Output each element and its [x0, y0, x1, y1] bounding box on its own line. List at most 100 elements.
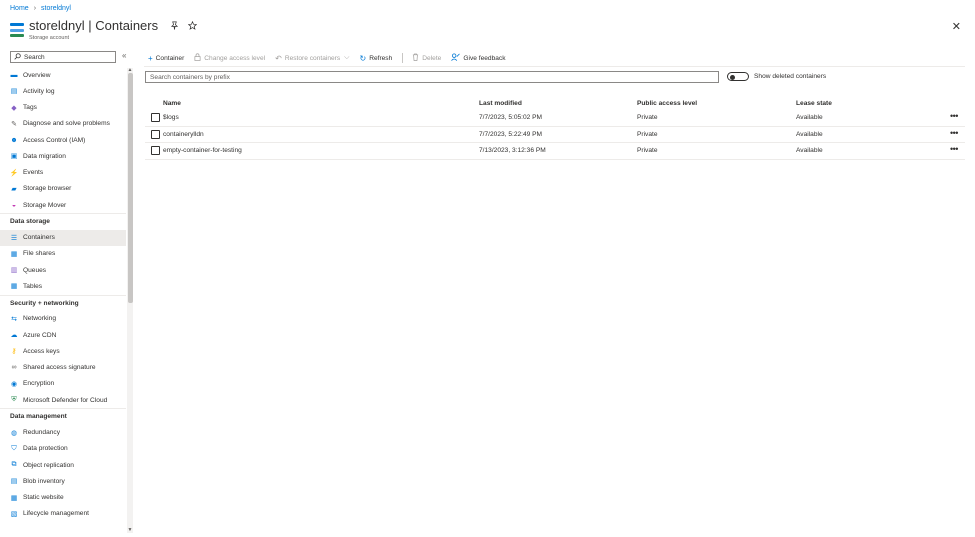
sidebar-item-networking[interactable]: ⇆ Networking — [0, 311, 126, 327]
lifecycle-icon: ▧ — [10, 510, 18, 518]
sidebar-item-shared-access-signature[interactable]: ∞ Shared access signature — [0, 360, 126, 376]
sidebar-item-object-replication[interactable]: ⧉ Object replication — [0, 457, 126, 473]
restore-containers-button[interactable]: ↶ Restore containers ⌵ — [275, 54, 349, 63]
sidebar-item-events[interactable]: ⚡ Events — [0, 165, 126, 181]
scroll-down-arrow[interactable]: ▼ — [127, 528, 133, 533]
lease-state-cell: Available — [796, 147, 823, 155]
sidebar-item-tags[interactable]: ◆ Tags — [0, 100, 126, 116]
sidebar-item-encryption[interactable]: ◉ Encryption — [0, 376, 126, 392]
sidebar-item-label: Encryption — [23, 380, 55, 388]
sidebar-item-azure-cdn[interactable]: ☁ Azure CDN — [0, 327, 126, 343]
show-deleted-label: Show deleted containers — [754, 73, 827, 80]
sidebar-item-static-website[interactable]: ▦ Static website — [0, 490, 126, 506]
sidebar-item-diagnose-and-solve-problems[interactable]: ✎ Diagnose and solve problems — [0, 116, 126, 132]
title-block: storeldnyl | Containers Storage account — [29, 18, 158, 41]
change-access-level-button[interactable]: Change access level — [194, 53, 265, 63]
activity-log-icon: ▤ — [10, 88, 18, 96]
sidebar-item-microsoft-defender-for-cloud[interactable]: ⛨ Microsoft Defender for Cloud — [0, 392, 126, 408]
toolbar-divider — [402, 53, 404, 63]
sidebar-item-storage-mover[interactable]: ◒ Storage Mover — [0, 197, 126, 213]
last-modified-cell: 7/7/2023, 5:22:49 PM — [479, 130, 543, 138]
more-options-icon[interactable]: ••• — [950, 128, 958, 137]
main-content: + Container Change access level ↶ Restor… — [134, 48, 975, 537]
object-replication-icon: ⧉ — [11, 461, 17, 469]
sidebar-item-access-control-iam[interactable]: ☻ Access Control (IAM) — [0, 132, 126, 148]
table-row[interactable]: empty-container-for-testing 7/13/2023, 3:… — [145, 143, 965, 160]
sidebar-item-redundancy[interactable]: ◍ Redundancy — [0, 425, 126, 441]
delete-button[interactable]: Delete — [412, 53, 441, 63]
container-name-link[interactable]: empty-container-for-testing — [163, 147, 479, 154]
close-button[interactable]: ✕ — [952, 20, 961, 33]
breadcrumb-home[interactable]: Home — [10, 5, 29, 12]
row-checkbox[interactable] — [151, 113, 160, 123]
sidebar-item-label: Events — [23, 169, 44, 177]
container-name-link[interactable]: $logs — [163, 114, 479, 121]
column-header-public-access[interactable]: Public access level — [637, 100, 796, 107]
sidebar-item-tables[interactable]: ▦ Tables — [0, 278, 126, 294]
add-container-button[interactable]: + Container — [148, 54, 184, 63]
scrollbar-thumb[interactable] — [127, 73, 133, 303]
sidebar-item-access-keys[interactable]: ⚷ Access keys — [0, 343, 126, 359]
sidebar-item-overview[interactable]: ▬ Overview — [0, 67, 126, 83]
sidebar-item-label: Tables — [23, 282, 43, 290]
sidebar-item-data-protection[interactable]: ⛉ Data protection — [0, 441, 126, 457]
container-name-link[interactable]: containerylldn — [163, 131, 479, 138]
last-modified-cell: 7/7/2023, 5:05:02 PM — [479, 114, 543, 122]
containers-table: Name Last modified Public access level L… — [145, 96, 965, 160]
chevron-down-icon: ⌵ — [344, 54, 350, 61]
containers-icon: ☰ — [10, 234, 18, 242]
breadcrumb: Home › storeldnyl — [10, 5, 71, 12]
tables-icon: ▦ — [10, 283, 18, 291]
sidebar-section-heading: Security + networking — [0, 294, 126, 311]
table-row[interactable]: $logs 7/7/2023, 5:05:02 PM Private Availabl… — [145, 110, 965, 127]
row-checkbox[interactable] — [151, 129, 160, 139]
trash-icon — [412, 53, 419, 63]
public-access-cell: Private — [637, 130, 658, 138]
show-deleted-toggle[interactable] — [727, 72, 749, 81]
column-header-last-modified[interactable]: Last modified — [479, 100, 637, 107]
breadcrumb-resource[interactable]: storeldnyl — [41, 5, 71, 12]
sidebar-item-label: Data protection — [23, 445, 68, 453]
container-search-placeholder: Search containers by prefix — [150, 73, 230, 81]
sidebar-item-file-shares[interactable]: ▦ File shares — [0, 246, 126, 262]
more-options-icon[interactable]: ••• — [950, 145, 958, 154]
sidebar-item-label: File shares — [23, 250, 56, 258]
shield-icon: ⛨ — [11, 396, 17, 404]
give-feedback-button[interactable]: Give feedback — [451, 53, 506, 63]
lock-icon — [194, 53, 201, 63]
sidebar-item-label: Diagnose and solve problems — [23, 120, 110, 128]
row-checkbox[interactable] — [151, 146, 160, 156]
sidebar-item-blob-inventory[interactable]: ▤ Blob inventory — [0, 473, 126, 489]
sidebar-item-label: Lifecycle management — [23, 510, 89, 518]
sidebar-item-lifecycle-management[interactable]: ▧ Lifecycle management — [0, 506, 126, 522]
column-header-name[interactable]: Name — [145, 100, 479, 107]
pin-icon[interactable] — [170, 21, 179, 32]
sidebar-item-label: Overview — [23, 71, 51, 79]
collapse-sidebar-button[interactable]: « — [122, 51, 126, 60]
sidebar-search-input[interactable]: Search — [10, 51, 116, 63]
sidebar-item-activity-log[interactable]: ▤ Activity log — [0, 83, 126, 99]
wrench-icon: ✎ — [11, 120, 17, 128]
sidebar-item-label: Networking — [23, 315, 56, 323]
column-header-lease-state[interactable]: Lease state — [796, 100, 946, 107]
encryption-icon: ◉ — [10, 380, 18, 388]
more-options-icon[interactable]: ••• — [950, 112, 958, 121]
table-row[interactable]: containerylldn 7/7/2023, 5:22:49 PM Privat… — [145, 127, 965, 143]
container-search-input[interactable]: Search containers by prefix — [145, 71, 719, 83]
page-header: storeldnyl | Containers Storage account — [10, 18, 198, 41]
sidebar-nav: ▬ Overview ▤ Activity log ◆ Tags ✎ Diagnose and… — [0, 67, 126, 522]
change-access-label: Change access level — [204, 54, 266, 62]
star-icon[interactable] — [187, 20, 198, 32]
sidebar-scrollbar[interactable]: ▲ ▼ — [127, 68, 133, 533]
title-actions — [170, 20, 198, 32]
cloud-icon: ☁ — [10, 332, 18, 340]
table-header: Name Last modified Public access level L… — [145, 96, 965, 110]
sidebar-item-containers[interactable]: ☰ Containers — [0, 229, 126, 246]
search-icon — [14, 52, 21, 62]
data-migration-icon: ▣ — [10, 153, 18, 161]
sidebar-item-queues[interactable]: ▥ Queues — [0, 262, 126, 278]
sidebar-item-storage-browser[interactable]: ▰ Storage browser — [0, 181, 126, 197]
refresh-button[interactable]: ↻ Refresh — [359, 54, 392, 63]
add-container-label: Container — [155, 54, 185, 62]
sidebar-item-data-migration[interactable]: ▣ Data migration — [0, 148, 126, 164]
